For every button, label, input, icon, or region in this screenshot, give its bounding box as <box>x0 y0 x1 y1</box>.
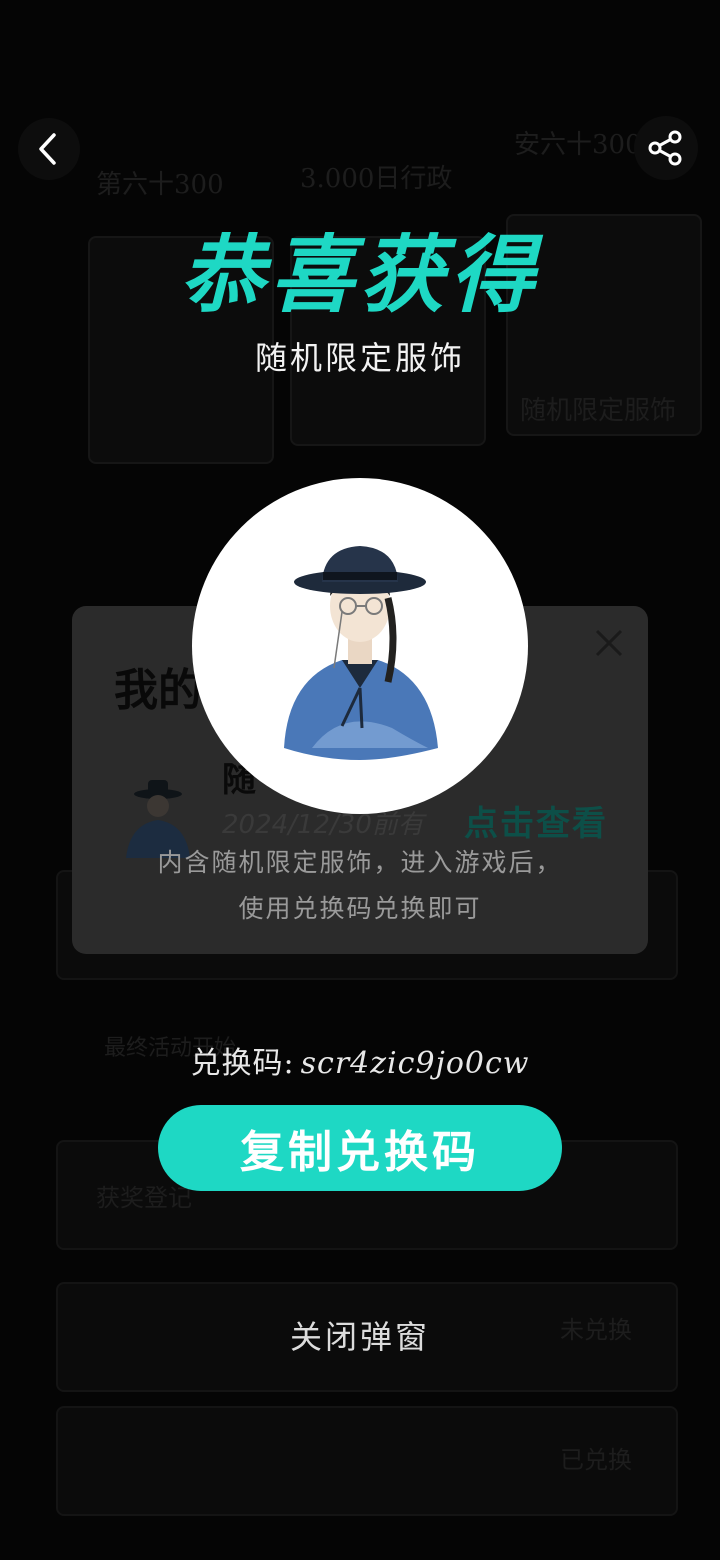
share-icon <box>648 130 682 166</box>
card-title: 我的 <box>114 665 202 716</box>
redeem-code-line: 兑换码: scr4zic9jo0cw <box>0 1038 720 1082</box>
chevron-left-icon <box>39 133 56 165</box>
background-text: 3.000日行政 <box>300 164 453 194</box>
background-text: 已兑换 <box>560 1446 632 1474</box>
background-text: 随机限定服饰 <box>520 396 677 426</box>
close-icon[interactable] <box>594 628 624 658</box>
reward-description: 内含随机限定服饰，进入游戏后， 使用兑换码兑换即可 <box>72 840 648 932</box>
share-button[interactable] <box>634 116 698 180</box>
reward-title: 恭喜获得 <box>179 225 540 324</box>
reward-subtitle: 随机限定服饰 <box>254 339 465 377</box>
view-details-link[interactable]: 点击查看 <box>464 796 608 845</box>
description-line: 内含随机限定服饰，进入游戏后， <box>157 848 563 877</box>
character-portrait <box>284 546 438 760</box>
background-text: 第六十300 <box>96 170 224 200</box>
redeem-code-label: 兑换码: <box>190 1046 295 1081</box>
copy-code-button[interactable]: 复制兑换码 <box>158 1105 562 1191</box>
back-button[interactable] <box>18 118 80 180</box>
reward-avatar <box>192 478 528 814</box>
close-popup-button[interactable]: 关闭弹窗 <box>0 1312 720 1358</box>
description-line: 使用兑换码兑换即可 <box>238 894 482 923</box>
redeem-code-value: scr4zic9jo0cw <box>300 1046 530 1081</box>
background-text: 安六十300 <box>514 130 642 160</box>
